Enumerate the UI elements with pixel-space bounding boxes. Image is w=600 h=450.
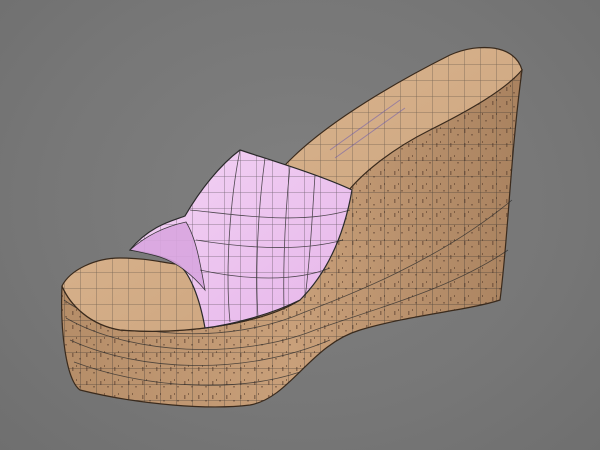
shoe-model	[61, 46, 523, 408]
render-viewport	[0, 0, 600, 450]
